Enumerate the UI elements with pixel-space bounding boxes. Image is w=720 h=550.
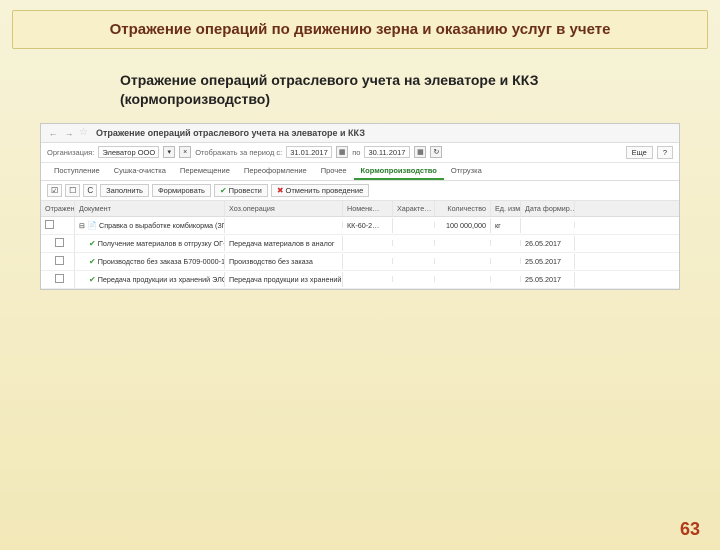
cancel-label: Отменить проведение: [286, 186, 364, 195]
tab-drying[interactable]: Сушка-очистка: [107, 163, 173, 180]
post-button[interactable]: ✔Провести: [214, 184, 268, 197]
cell-operation: Передача продукции из хранений: [225, 272, 343, 287]
cell-unit: кг: [491, 218, 521, 233]
nav-back-icon[interactable]: ←: [47, 127, 59, 139]
post-icon: ✔: [220, 186, 227, 195]
col-characteristic[interactable]: Характе…: [393, 201, 435, 216]
tab-strip: Поступление Сушка-очистка Перемещение Пе…: [41, 163, 679, 181]
cell-document: Справка о выработке комбикорма (ЗПП-114)…: [99, 221, 225, 230]
tab-shipment[interactable]: Отгрузка: [444, 163, 489, 180]
date-to-picker-icon[interactable]: ▦: [414, 146, 426, 158]
cell-quantity: 100 000,000: [435, 218, 491, 233]
more-button[interactable]: Еще: [626, 146, 653, 159]
favorite-icon[interactable]: ☆: [79, 127, 88, 138]
table-row[interactable]: ✔Передача продукции из хранений ЭЛОО-К00…: [41, 271, 679, 289]
org-field[interactable]: Элеватор ООО: [98, 146, 159, 158]
col-nomenclature[interactable]: Номенк…: [343, 201, 393, 216]
row-checkbox[interactable]: [55, 274, 64, 283]
refresh-icon[interactable]: ↻: [430, 146, 442, 158]
org-label: Организация:: [47, 148, 94, 157]
posted-icon: ✔: [89, 257, 96, 266]
cell-date: 25.05.2017: [521, 272, 575, 287]
cell-document: Передача продукции из хранений ЭЛОО-К000…: [98, 275, 225, 284]
table-row[interactable]: ✔Получение материалов в отгрузку ОГ-КК-7…: [41, 235, 679, 253]
cell-document: Получение материалов в отгрузку ОГ-КК-70…: [98, 239, 225, 248]
col-unit[interactable]: Ед. изм.: [491, 201, 521, 216]
cell-date: 26.05.2017: [521, 236, 575, 251]
folder-icon: 📄: [87, 221, 97, 230]
cell-date: 25.05.2017: [521, 254, 575, 269]
posted-icon: ✔: [89, 275, 96, 284]
row-checkbox[interactable]: [45, 220, 54, 229]
col-operation[interactable]: Хоз.операция: [225, 201, 343, 216]
cell-document: Производство без заказа Б709-0000-1 от 2…: [98, 257, 225, 266]
date-to-field[interactable]: 30.11.2017: [364, 146, 410, 158]
table-row[interactable]: ⊟ 📄Справка о выработке комбикорма (ЗПП-1…: [41, 217, 679, 235]
cell-nomenclature: КК-60-2…: [343, 218, 393, 233]
cell-operation: Передача материалов в аналог: [225, 236, 343, 251]
posted-icon: ✔: [89, 239, 96, 248]
col-form-date[interactable]: Дата формир…: [521, 201, 575, 216]
row-checkbox[interactable]: [55, 238, 64, 247]
date-from-picker-icon[interactable]: ▦: [336, 146, 348, 158]
org-dropdown-icon[interactable]: ▾: [163, 146, 175, 158]
slide-subtitle: Отражение операций отраслевого учета на …: [120, 71, 660, 109]
slide-title: Отражение операций по движению зерна и о…: [25, 21, 695, 38]
cell-operation: Производство без заказа: [225, 254, 343, 269]
refresh-icon2: С: [87, 186, 93, 195]
check-icon: ☑: [51, 186, 58, 195]
fill-button[interactable]: Заполнить: [100, 184, 149, 197]
tab-incoming[interactable]: Поступление: [47, 163, 107, 180]
tab-other[interactable]: Прочее: [314, 163, 354, 180]
help-button[interactable]: ?: [657, 146, 673, 159]
table-body: ⊟ 📄Справка о выработке комбикорма (ЗПП-1…: [41, 217, 679, 289]
tab-feed-production[interactable]: Кормопроизводство: [354, 163, 444, 180]
table-header: Отражен… Документ Хоз.операция Номенк… Х…: [41, 201, 679, 217]
uncheck-icon: ☐: [69, 186, 76, 195]
check-all-button[interactable]: ☑: [47, 184, 62, 197]
cancel-icon: ✖: [277, 186, 284, 195]
slide-title-bar: Отражение операций по движению зерна и о…: [12, 10, 708, 49]
form-button[interactable]: Формировать: [152, 184, 211, 197]
page-number: 63: [680, 519, 700, 540]
nav-forward-icon[interactable]: →: [63, 127, 75, 139]
tab-reassign[interactable]: Переоформление: [237, 163, 314, 180]
toolbar: ☑ ☐ С Заполнить Формировать ✔Провести ✖О…: [41, 181, 679, 201]
uncheck-all-button[interactable]: ☐: [65, 184, 80, 197]
col-quantity[interactable]: Количество: [435, 201, 491, 216]
app-window: ← → ☆ Отражение операций отраслевого уче…: [40, 123, 680, 290]
date-from-field[interactable]: 31.01.2017: [286, 146, 332, 158]
filter-row: Организация: Элеватор ООО ▾ × Отображать…: [41, 143, 679, 163]
period-label: Отображать за период с:: [195, 148, 282, 157]
row-checkbox[interactable]: [55, 256, 64, 265]
col-document[interactable]: Документ: [75, 201, 225, 216]
window-title: Отражение операций отраслевого учета на …: [96, 128, 365, 138]
tab-movement[interactable]: Перемещение: [173, 163, 237, 180]
date-sep-label: по: [352, 148, 360, 157]
post-label: Провести: [229, 186, 262, 195]
org-clear-icon[interactable]: ×: [179, 146, 191, 158]
refresh-button[interactable]: С: [83, 184, 97, 197]
expand-icon[interactable]: ⊟: [79, 221, 85, 230]
table-row[interactable]: ✔Производство без заказа Б709-0000-1 от …: [41, 253, 679, 271]
col-reflected[interactable]: Отражен…: [41, 201, 75, 216]
cancel-post-button[interactable]: ✖Отменить проведение: [271, 184, 369, 197]
app-header: ← → ☆ Отражение операций отраслевого уче…: [41, 124, 679, 143]
